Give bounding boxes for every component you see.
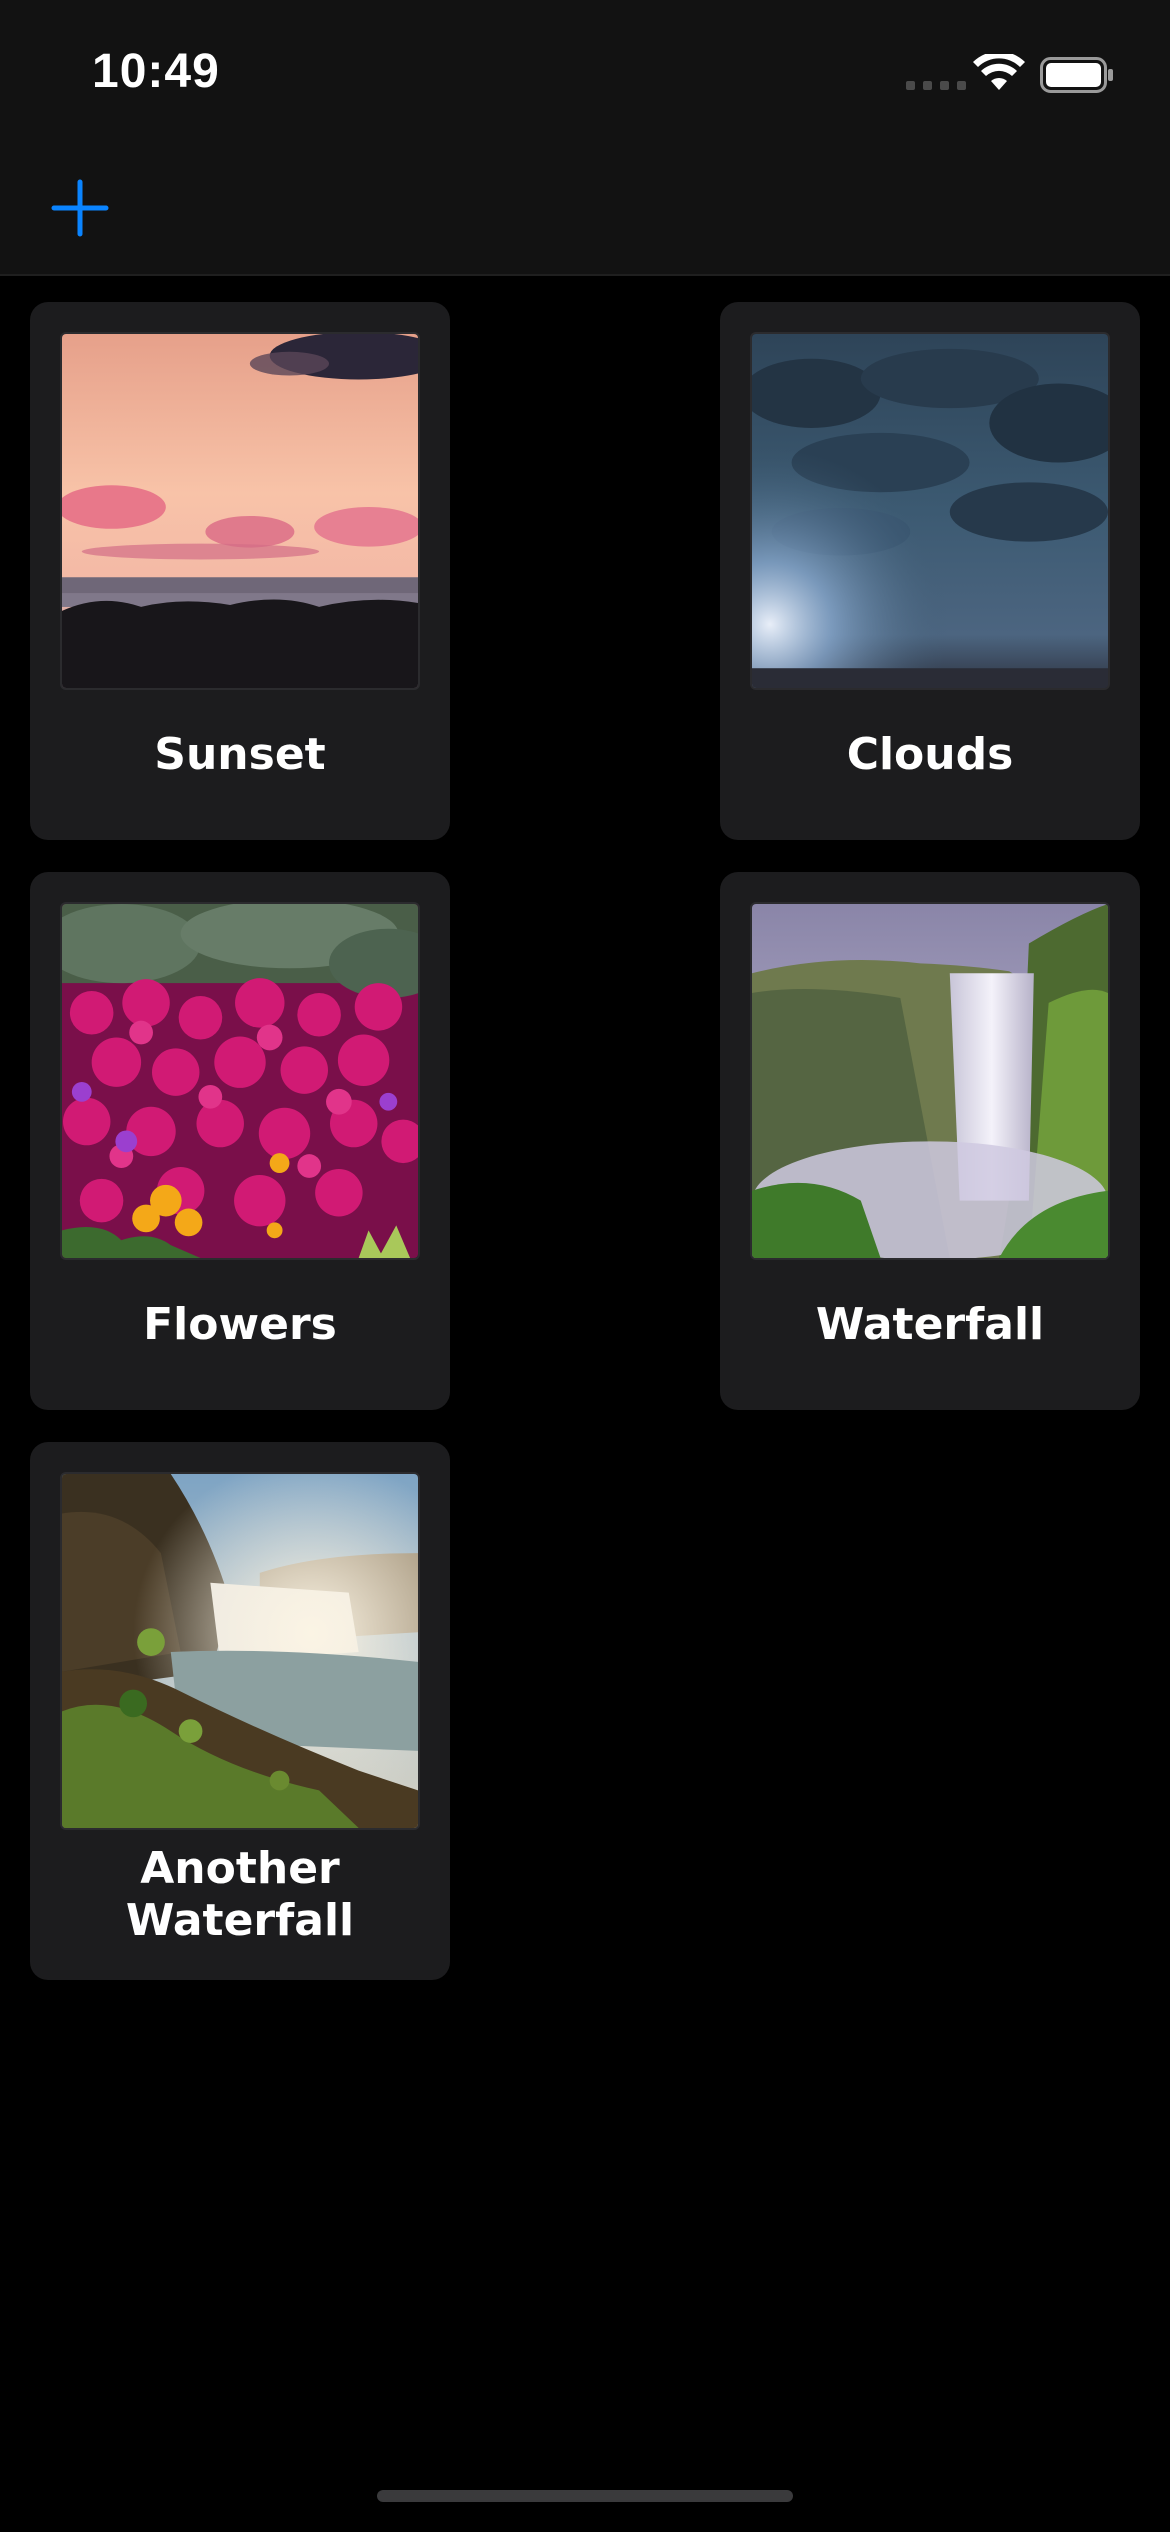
photo-card-flowers[interactable]: Flowers: [30, 872, 450, 1410]
card-title: Clouds: [846, 729, 1014, 780]
card-title: Waterfall: [815, 1299, 1045, 1350]
cellular-signal-icon: [906, 81, 966, 90]
battery-icon: [1040, 57, 1113, 93]
card-title: Sunset: [154, 729, 326, 780]
photo-card-clouds[interactable]: Clouds: [720, 302, 1140, 840]
photo-card-another-waterfall[interactable]: Another Waterfall: [30, 1442, 450, 1980]
home-indicator[interactable]: [377, 2490, 793, 2502]
photo-card-sunset[interactable]: Sunset: [30, 302, 450, 840]
card-title: Another Waterfall: [125, 1843, 355, 1946]
waterfall-photo: [750, 902, 1110, 1260]
card-title: Flowers: [143, 1299, 337, 1350]
flowers-photo: [60, 902, 420, 1260]
wifi-icon: [973, 54, 1025, 90]
status-time: 10:49: [92, 45, 220, 98]
navigation-bar: [0, 140, 1170, 276]
sunset-photo: [60, 332, 420, 690]
another-waterfall-photo: [60, 1472, 420, 1830]
clouds-photo: [750, 332, 1110, 690]
status-bar: 10:49: [0, 0, 1170, 140]
photo-card-waterfall[interactable]: Waterfall: [720, 872, 1140, 1410]
plus-icon[interactable]: [50, 178, 110, 238]
